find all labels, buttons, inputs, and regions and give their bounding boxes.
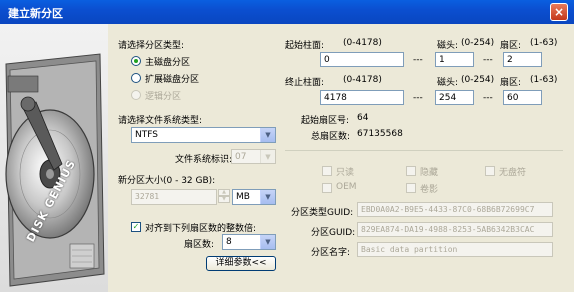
end-cylinder-label: 终止柱面:	[285, 78, 325, 88]
start-sector-label: 扇区:	[500, 41, 522, 51]
start-cylinder-label: 起始柱面:	[285, 41, 325, 51]
filesystem-value: NTFS	[135, 130, 158, 140]
start-dash-2: ---	[483, 55, 493, 65]
end-sector-label: 扇区:	[500, 78, 522, 88]
end-head-range: (0-254)	[461, 75, 495, 85]
fs-id-label: 文件系统标识:	[175, 155, 233, 165]
size-unit-value: MB	[236, 192, 250, 202]
start-head-label: 磁头:	[437, 41, 459, 51]
start-head-range: (0-254)	[461, 38, 495, 48]
start-sector-number-value: 64	[357, 113, 369, 123]
size-label: 新分区大小(0 - 32 GB):	[118, 176, 216, 186]
filesystem-label: 请选择文件系统类型:	[118, 116, 203, 126]
new-partition-dialog: 建立新分区 × DISK GENIUS 请选择分区类型: 主磁盘分区 扩展磁盘分…	[0, 0, 574, 292]
partition-guid-field[interactable]: 829EA874-DA19-4988-8253-5AB6342B3CAC	[357, 222, 553, 237]
sectors-value: 8	[226, 237, 232, 247]
total-sectors-label: 总扇区数:	[311, 132, 351, 142]
sectors-label: 扇区数:	[184, 240, 215, 250]
logical-partition-radio[interactable]	[131, 90, 141, 100]
fs-id-value: 07	[235, 152, 247, 162]
size-input[interactable]: 32781	[131, 189, 217, 205]
primary-partition-label: 主磁盘分区	[145, 58, 191, 68]
size-unit-select[interactable]: MB ▼	[232, 189, 276, 205]
hard-disk-icon	[0, 24, 108, 292]
align-checkbox[interactable]: ✓	[131, 222, 141, 232]
shadow-copy-label: 卷影	[420, 185, 439, 195]
end-dash-2: ---	[483, 93, 493, 103]
logical-partition-label: 逻辑分区	[145, 92, 182, 102]
start-sector-number-label: 起始扇区号:	[301, 116, 350, 126]
readonly-checkbox[interactable]	[322, 166, 332, 176]
partition-type-label: 请选择分区类型:	[118, 41, 185, 51]
extended-partition-label: 扩展磁盘分区	[145, 75, 200, 85]
primary-partition-radio[interactable]	[131, 56, 141, 66]
fs-id-select[interactable]: 07 ▼	[231, 149, 276, 164]
partition-name-label: 分区名字:	[311, 248, 351, 258]
oem-label: OEM	[336, 182, 357, 192]
chevron-down-icon: ▼	[260, 235, 275, 249]
total-sectors-value: 67135568	[357, 129, 403, 139]
start-cylinder-input[interactable]: 0	[320, 52, 404, 67]
disk-illustration: DISK GENIUS	[0, 24, 108, 292]
readonly-label: 只读	[336, 168, 355, 178]
hidden-checkbox[interactable]	[406, 166, 416, 176]
start-cylinder-range: (0-4178)	[343, 38, 382, 48]
spin-down-icon[interactable]: ▼	[218, 196, 230, 203]
start-sector-range: (1-63)	[530, 38, 558, 48]
hidden-label: 隐藏	[420, 168, 439, 178]
end-sector-range: (1-63)	[530, 75, 558, 85]
window-title: 建立新分区	[8, 7, 63, 20]
type-guid-field[interactable]: EBD0A0A2-B9E5-4433-87C0-68B6B72699C7	[357, 202, 553, 217]
chevron-down-icon: ▼	[260, 128, 275, 142]
title-bar[interactable]: 建立新分区 ×	[0, 0, 574, 24]
shadow-copy-checkbox[interactable]	[406, 183, 416, 193]
start-sector-input[interactable]: 2	[503, 52, 542, 67]
end-cylinder-input[interactable]: 4178	[320, 90, 404, 105]
align-label: 对齐到下列扇区数的整数倍:	[145, 224, 257, 234]
end-cylinder-range: (0-4178)	[343, 75, 382, 85]
start-head-input[interactable]: 1	[435, 52, 474, 67]
partition-guid-label: 分区GUID:	[311, 228, 356, 238]
end-sector-input[interactable]: 60	[503, 90, 542, 105]
chevron-down-icon: ▼	[260, 190, 275, 204]
close-button[interactable]: ×	[550, 3, 568, 21]
no-drive-letter-checkbox[interactable]	[485, 166, 495, 176]
details-button[interactable]: 详细参数<<	[206, 256, 276, 271]
spin-up-icon[interactable]: ▲	[218, 189, 230, 196]
extended-partition-radio[interactable]	[131, 73, 141, 83]
end-head-label: 磁头:	[437, 78, 459, 88]
no-drive-letter-label: 无盘符	[499, 168, 527, 178]
end-dash: ---	[413, 93, 423, 103]
sectors-select[interactable]: 8 ▼	[222, 234, 276, 250]
start-dash: ---	[413, 55, 423, 65]
end-head-input[interactable]: 254	[435, 90, 474, 105]
filesystem-select[interactable]: NTFS ▼	[131, 127, 276, 143]
chevron-down-icon: ▼	[260, 150, 275, 163]
attributes-divider	[285, 150, 563, 151]
type-guid-label: 分区类型GUID:	[291, 208, 354, 218]
partition-name-field[interactable]: Basic data partition	[357, 242, 553, 257]
oem-checkbox[interactable]	[322, 183, 332, 193]
size-stepper[interactable]: ▲ ▼	[218, 189, 230, 203]
